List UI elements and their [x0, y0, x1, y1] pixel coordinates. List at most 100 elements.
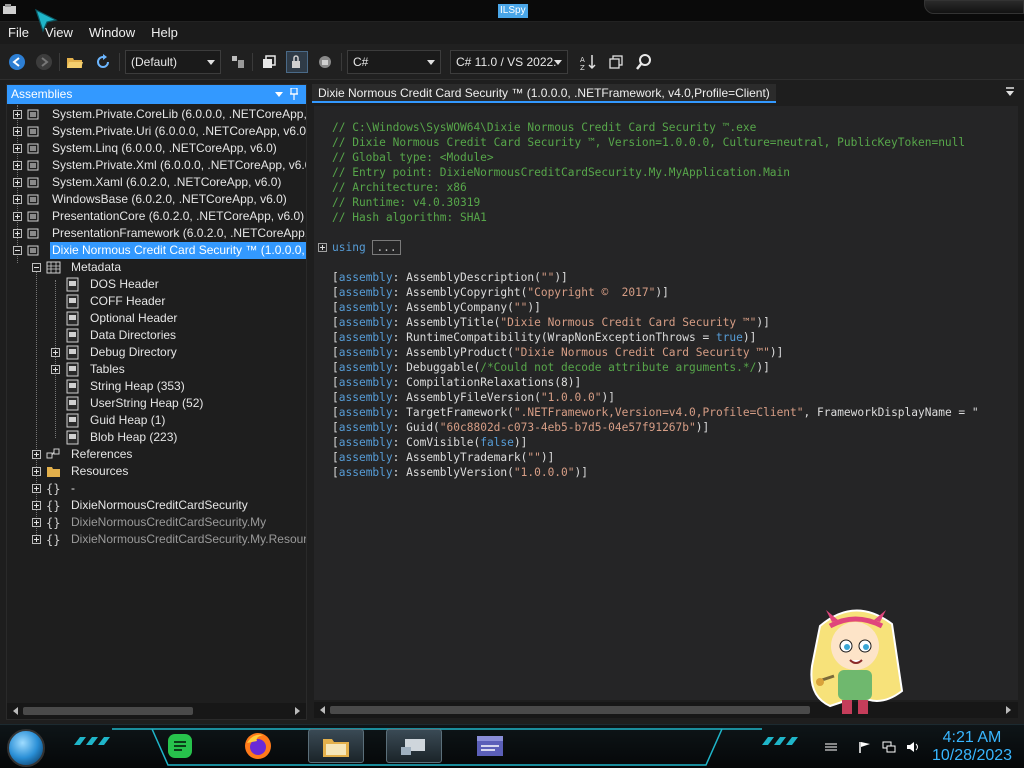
language-combo[interactable]: C# — [347, 50, 441, 74]
tree-item-assembly[interactable]: System.Xaml (6.0.2.0, .NETCoreApp, v6.0) — [7, 174, 306, 191]
code-horizontal-scrollbar[interactable] — [314, 702, 1018, 718]
show-private-button[interactable] — [314, 51, 336, 73]
pin-icon[interactable] — [290, 88, 298, 100]
volume-icon[interactable] — [906, 741, 920, 753]
code-line: [assembly: AssemblyTrademark("")] — [332, 450, 554, 465]
tree-item-namespace[interactable]: {} DixieNormousCreditCardSecurity.My.Res… — [7, 531, 306, 548]
tree-item-assembly[interactable]: PresentationFramework (6.0.2.0, .NETCore… — [7, 225, 306, 242]
taskbar-decoration — [762, 737, 798, 745]
code-token: assembly — [338, 421, 393, 434]
open-button[interactable] — [64, 51, 86, 73]
code-token: // Runtime: v4.0.30319 — [332, 196, 481, 209]
tree-item-metadata-child[interactable]: Guid Heap (1) — [7, 412, 306, 429]
tree-item-metadata-child[interactable]: COFF Header — [7, 293, 306, 310]
code-panel: Dixie Normous Credit Card Security ™ (1.… — [312, 84, 1020, 720]
tree-item-label: String Heap (353) — [90, 379, 185, 393]
tree-item-metadata-child[interactable]: Data Directories — [7, 327, 306, 344]
tree-item-metadata[interactable]: Metadata — [7, 259, 306, 276]
reload-icon — [97, 54, 109, 68]
collapse-all-button[interactable] — [605, 51, 627, 73]
tree-item-metadata-child[interactable]: String Heap (353) — [7, 378, 306, 395]
tree-item-label: Guid Heap (1) — [90, 413, 166, 427]
ilspy-icon — [401, 739, 425, 755]
code-token: : AssemblyProduct( — [392, 346, 514, 359]
code-line: using ... — [332, 240, 401, 255]
reload-button[interactable] — [92, 51, 114, 73]
tab-list-icon[interactable] — [1004, 86, 1016, 98]
document-tab[interactable]: Dixie Normous Credit Card Security ™ (1.… — [312, 84, 776, 103]
taskbar-ilspy[interactable] — [386, 729, 442, 763]
menu-help[interactable]: Help — [143, 22, 186, 44]
show-all-button[interactable] — [258, 51, 280, 73]
tree-horizontal-scrollbar[interactable] — [7, 703, 306, 719]
code-token: [ — [332, 436, 339, 449]
assembly-icon — [27, 194, 39, 205]
code-token: assembly — [338, 331, 393, 344]
start-button[interactable] — [7, 729, 45, 767]
windows-icon — [263, 55, 276, 68]
chevron-down-icon[interactable] — [275, 92, 283, 97]
menu-window[interactable]: Window — [81, 22, 143, 44]
code-token: true — [715, 331, 743, 344]
code-token: : CompilationRelaxations(8)] — [392, 376, 582, 389]
sort-button[interactable]: AZ — [577, 51, 599, 73]
tree-item-assembly[interactable]: System.Private.Xml (6.0.0.0, .NETCoreApp… — [7, 157, 306, 174]
code-token: : RuntimeCompatibility(WrapNonExceptionT… — [392, 331, 716, 344]
taskbar-notes-app[interactable] — [152, 729, 208, 763]
firefox-icon — [245, 733, 271, 759]
forward-button[interactable] — [33, 51, 55, 73]
code-token: , FrameworkDisplayName = " — [803, 406, 979, 419]
menu-file[interactable]: File — [0, 22, 37, 44]
tree-item-assembly[interactable]: WindowsBase (6.0.2.0, .NETCoreApp, v6.0) — [7, 191, 306, 208]
expand-region-icon[interactable] — [318, 243, 327, 252]
code-line: // Entry point: DixieNormousCreditCardSe… — [332, 165, 790, 180]
search-button[interactable] — [633, 51, 655, 73]
assembly-icon — [27, 126, 39, 137]
search-icon — [636, 54, 651, 70]
tree-item-namespace[interactable]: {} - — [7, 480, 306, 497]
flag-icon[interactable] — [858, 741, 872, 753]
code-token: [ — [332, 346, 339, 359]
window-controls[interactable] — [924, 0, 1024, 14]
back-button[interactable] — [6, 51, 28, 73]
tree-item-selected-assembly[interactable]: Dixie Normous Credit Card Security ™ (1.… — [7, 242, 306, 259]
tree-item-namespace[interactable]: {} DixieNormousCreditCardSecurity.My — [7, 514, 306, 531]
show-internal-button[interactable] — [286, 51, 308, 73]
tree-item-label: Debug Directory — [90, 345, 177, 359]
manage-assembly-lists-button[interactable] — [227, 51, 249, 73]
tree-item-resources[interactable]: Resources — [7, 463, 306, 480]
code-token: assembly — [338, 391, 393, 404]
namespace-icon: {} — [46, 482, 60, 496]
tree-item-metadata-child[interactable]: Debug Directory — [7, 344, 306, 361]
taskbar-file-explorer[interactable] — [308, 729, 364, 763]
system-clock[interactable]: 4:21 AM 10/28/2023 — [930, 729, 1014, 765]
tray-menu-icon[interactable] — [824, 741, 838, 753]
network-icon[interactable] — [882, 741, 896, 753]
folded-region[interactable]: ... — [372, 240, 401, 255]
tree-item-assembly[interactable]: PresentationCore (6.0.2.0, .NETCoreApp, … — [7, 208, 306, 225]
tree-item-references[interactable]: References — [7, 446, 306, 463]
language-set-combo[interactable]: (Default) — [125, 50, 221, 74]
code-token: assembly — [338, 361, 393, 374]
taskbar-firefox[interactable] — [230, 729, 286, 763]
assembly-icon — [27, 177, 39, 188]
taskbar-app[interactable] — [462, 729, 518, 763]
tree-item-metadata-child[interactable]: Blob Heap (223) — [7, 429, 306, 446]
namespace-icon: {} — [46, 499, 60, 513]
tree-item-assembly[interactable]: System.Linq (6.0.0.0, .NETCoreApp, v6.0) — [7, 140, 306, 157]
tree-item-namespace[interactable]: {} DixieNormousCreditCardSecurity — [7, 497, 306, 514]
code-token: "Dixie Normous Credit Card Security ™" — [513, 346, 770, 359]
code-editor[interactable]: // C:\Windows\SysWOW64\Dixie Normous Cre… — [314, 106, 1018, 700]
code-token: : AssemblyCopyright( — [392, 286, 528, 299]
tree-item-assembly[interactable]: System.Private.CoreLib (6.0.0.0, .NETCor… — [7, 106, 306, 123]
tree-item-metadata-child[interactable]: UserString Heap (52) — [7, 395, 306, 412]
code-token: [ — [332, 406, 339, 419]
sort-icon: AZ — [580, 55, 596, 71]
tree-item-metadata-child[interactable]: DOS Header — [7, 276, 306, 293]
language-version-combo[interactable]: C# 11.0 / VS 2022. — [450, 50, 568, 74]
tree-item-assembly[interactable]: System.Private.Uri (6.0.0.0, .NETCoreApp… — [7, 123, 306, 140]
open-folder-icon — [67, 58, 83, 68]
tree-item-metadata-child[interactable]: Optional Header — [7, 310, 306, 327]
code-token: "Dixie Normous Credit Card Security ™" — [500, 316, 757, 329]
tree-item-metadata-child[interactable]: Tables — [7, 361, 306, 378]
